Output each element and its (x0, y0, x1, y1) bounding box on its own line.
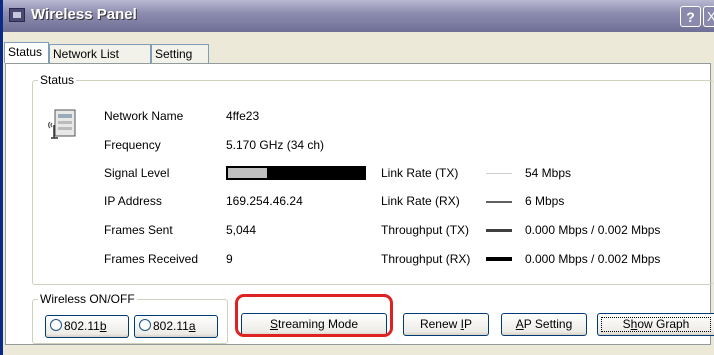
signal-level-bar (226, 166, 366, 180)
radio-802-11a-label: 802.11 (153, 319, 189, 333)
radio-802-11a[interactable]: 802.11a (134, 315, 218, 338)
radio-circle-icon (139, 319, 151, 331)
throughput-tx-legend (486, 229, 512, 232)
radio-circle-icon (50, 319, 62, 331)
link-rate-rx-label: Link Rate (RX) (381, 194, 460, 208)
link-rate-tx-label: Link Rate (TX) (381, 166, 459, 180)
frames-sent-label: Frames Sent (104, 223, 173, 237)
frames-sent-value: 5,044 (226, 223, 257, 237)
ap-setting-button[interactable]: AP Setting (501, 313, 587, 336)
throughput-tx-value: 0.000 Mbps / 0.002 Mbps (525, 223, 661, 237)
radio-802-11b[interactable]: 802.11b (45, 315, 129, 338)
throughput-rx-label: Throughput (RX) (381, 252, 471, 266)
radio-802-11a-accel: a (188, 319, 196, 333)
ap-label: P Setting (523, 317, 573, 331)
ip-address-label: IP Address (104, 194, 162, 208)
link-rate-tx-legend (486, 173, 512, 174)
radio-802-11b-label: 802.11 (64, 319, 100, 333)
network-adapter-icon (47, 109, 76, 139)
signal-level-fill (228, 168, 267, 178)
link-rate-rx-legend (486, 201, 512, 203)
wireless-onoff-label: Wireless ON/OFF (38, 292, 137, 306)
frequency-label: Frequency (104, 138, 161, 152)
show-graph-button[interactable]: Show Graph (597, 313, 714, 336)
tab-network-list[interactable]: Network List (49, 44, 151, 63)
frames-received-label: Frames Received (104, 252, 199, 266)
renew-ip-button[interactable]: Renew IP (403, 313, 489, 336)
title-bar[interactable]: Wireless Panel ? X (3, 0, 714, 32)
window-title: Wireless Panel (31, 6, 137, 23)
throughput-rx-legend (486, 257, 512, 261)
tab-status[interactable]: Status (4, 42, 49, 63)
renew-label: Renew (419, 317, 461, 331)
signal-level-label: Signal Level (104, 166, 170, 180)
streaming-mode-highlight (235, 294, 393, 337)
ap-accel: A (515, 317, 524, 331)
link-rate-tx-value: 54 Mbps (525, 166, 572, 180)
throughput-tx-label: Throughput (TX) (381, 223, 470, 237)
help-button[interactable]: ? (680, 6, 701, 27)
frames-received-value: 9 (226, 252, 233, 266)
link-rate-rx-value: 6 Mbps (525, 194, 565, 208)
close-button[interactable]: X (703, 6, 714, 27)
app-icon (9, 8, 25, 22)
focus-rect (601, 317, 711, 332)
tab-setting[interactable]: Setting (151, 44, 209, 63)
radio-802-11b-accel: b (99, 319, 107, 333)
status-group-label: Status (38, 73, 77, 87)
renew-suffix: P (464, 317, 473, 331)
network-name-value: 4ffe23 (226, 109, 260, 123)
frequency-value: 5.170 GHz (34 ch) (226, 138, 325, 152)
network-name-label: Network Name (104, 109, 184, 123)
ip-address-value: 169.254.46.24 (226, 194, 303, 208)
throughput-rx-value: 0.000 Mbps / 0.002 Mbps (525, 252, 661, 266)
